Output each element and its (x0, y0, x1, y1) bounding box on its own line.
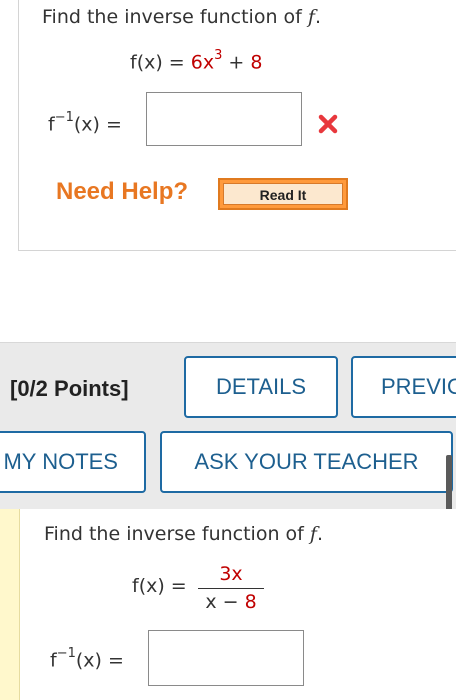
denominator-constant: 8 (244, 591, 257, 613)
function-name: f (309, 523, 317, 545)
ask-teacher-label: ASK YOUR TEACHER (194, 449, 419, 474)
denominator-variable: x − (205, 591, 245, 613)
question-2-prompt: Find the inverse function of f. (44, 523, 323, 545)
question-1-function: f(x) = 6x3 + 8 (130, 48, 263, 74)
previous-answers-button[interactable]: PREVIO (351, 356, 456, 418)
read-it-button[interactable]: Read It (218, 178, 348, 210)
fraction-numerator: 3x (219, 563, 243, 585)
function-coefficient: 6x (190, 51, 215, 74)
ask-your-teacher-button[interactable]: ASK YOUR TEACHER (160, 431, 453, 493)
question-1-inverse-label: f−1(x) = (48, 110, 122, 136)
question-1-prompt: Find the inverse function of f. (42, 6, 321, 28)
question-1-answer-input[interactable] (146, 92, 302, 146)
question-2-highlight-bar (0, 509, 20, 700)
my-notes-label: MY NOTES (3, 449, 118, 474)
previous-label: PREVIO (381, 374, 456, 399)
function-constant: 8 (250, 51, 263, 74)
inverse-f: f (50, 649, 57, 672)
read-it-label: Read It (223, 183, 343, 205)
question-2-answer-input[interactable] (148, 630, 304, 686)
inverse-superscript: −1 (54, 110, 74, 125)
inverse-rest: (x) = (73, 113, 122, 136)
need-help-label: Need Help? (56, 178, 189, 205)
my-notes-button[interactable]: MY NOTES (0, 431, 146, 493)
function-exponent: 3 (214, 48, 223, 63)
function-operator: + (222, 51, 251, 74)
function-name: f (307, 6, 315, 28)
inverse-superscript: −1 (56, 646, 76, 661)
inverse-rest: (x) = (75, 649, 124, 672)
incorrect-x-icon (318, 114, 338, 134)
points-label: [0/2 Points] (10, 376, 129, 401)
question-2-inverse-label: f−1(x) = (50, 646, 124, 672)
fraction-denominator: x − 8 (198, 591, 264, 615)
fraction-bar (198, 588, 264, 589)
details-label: DETAILS (215, 374, 307, 399)
question-2-function-lhs: f(x) = (132, 575, 187, 597)
question-2-fraction: 3x x − 8 (198, 563, 264, 615)
details-button[interactable]: DETAILS (184, 356, 338, 418)
function-lhs: f(x) = (130, 51, 191, 74)
inverse-f: f (48, 113, 55, 136)
